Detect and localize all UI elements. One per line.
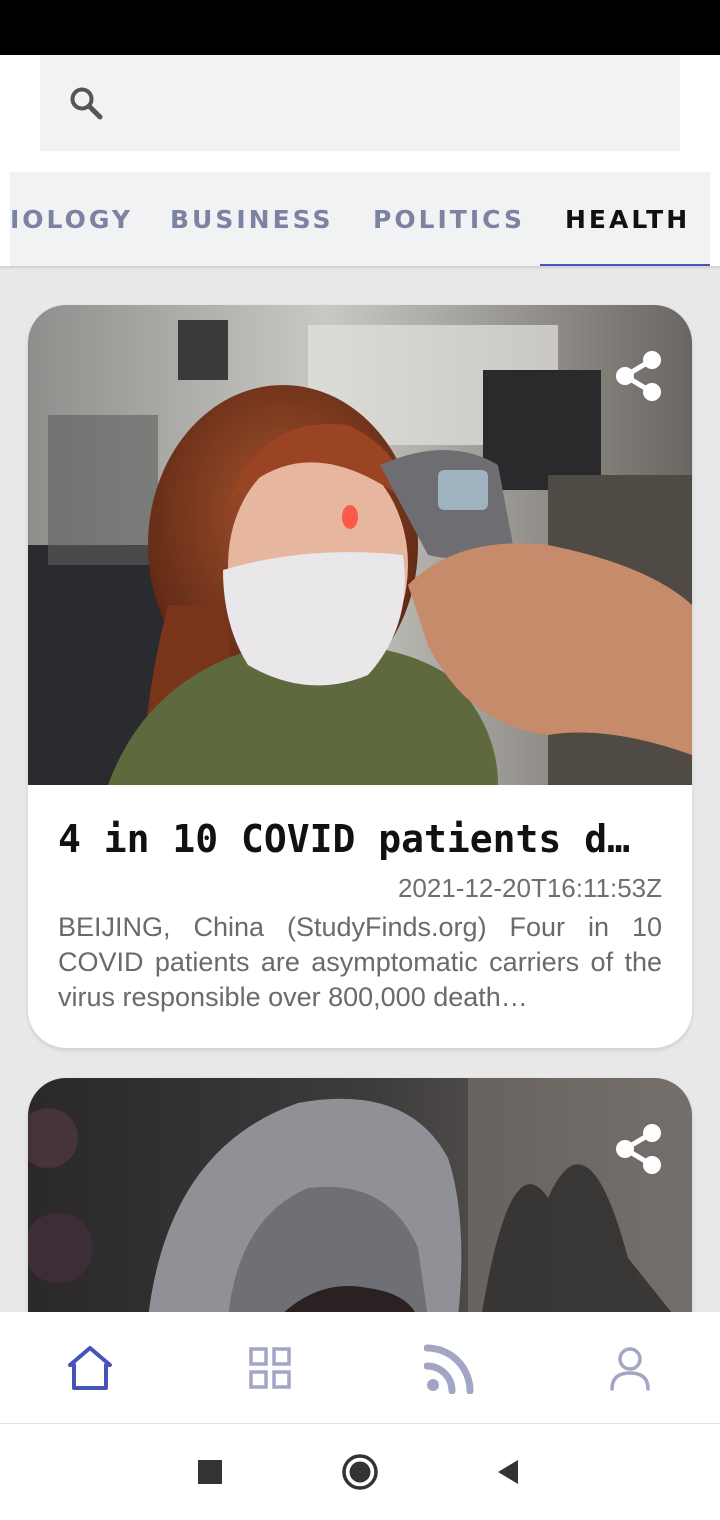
header: IOLOGY BUSINESS POLITICS HEALTH xyxy=(0,55,720,268)
article-description: BEIJING, China (StudyFinds.org) Four in … xyxy=(58,912,662,1012)
share-icon[interactable] xyxy=(614,349,664,403)
tab-business[interactable]: BUSINESS xyxy=(170,172,334,268)
article-card[interactable]: 4 in 10 COVID patients d… 2021-12-20T16:… xyxy=(28,305,692,1048)
status-bar xyxy=(0,0,720,55)
article-date: 2021-12-20T16:11:53Z xyxy=(397,873,662,903)
home-circle-icon[interactable] xyxy=(340,1452,380,1492)
nav-categories[interactable] xyxy=(240,1338,300,1398)
article-image[interactable] xyxy=(28,305,692,785)
article-title[interactable]: 4 in 10 COVID patients d… xyxy=(58,817,664,861)
system-back-button[interactable] xyxy=(484,1448,532,1496)
tab-health[interactable]: HEALTH xyxy=(565,172,690,268)
recent-apps-button[interactable] xyxy=(186,1448,234,1496)
system-navigation xyxy=(0,1424,720,1520)
user-icon[interactable] xyxy=(607,1345,653,1391)
category-tabs: IOLOGY BUSINESS POLITICS HEALTH xyxy=(10,172,710,268)
nav-feed[interactable] xyxy=(420,1338,480,1398)
back-icon[interactable] xyxy=(494,1458,522,1486)
nav-profile[interactable] xyxy=(600,1338,660,1398)
grid-icon[interactable] xyxy=(248,1346,292,1390)
bottom-navigation xyxy=(0,1312,720,1424)
home-icon[interactable] xyxy=(65,1343,115,1393)
recent-apps-icon[interactable] xyxy=(197,1459,223,1485)
search-icon[interactable] xyxy=(66,83,106,123)
share-icon[interactable] xyxy=(614,1122,664,1176)
system-home-button[interactable] xyxy=(336,1448,384,1496)
tab-technology[interactable]: IOLOGY xyxy=(10,172,133,268)
tab-politics[interactable]: POLITICS xyxy=(373,172,525,268)
search-input[interactable] xyxy=(40,55,680,151)
woman-temperature-check-photo xyxy=(28,305,692,785)
nav-home[interactable] xyxy=(60,1338,120,1398)
tabs-divider xyxy=(0,266,720,270)
rss-feed-icon[interactable] xyxy=(424,1342,476,1394)
